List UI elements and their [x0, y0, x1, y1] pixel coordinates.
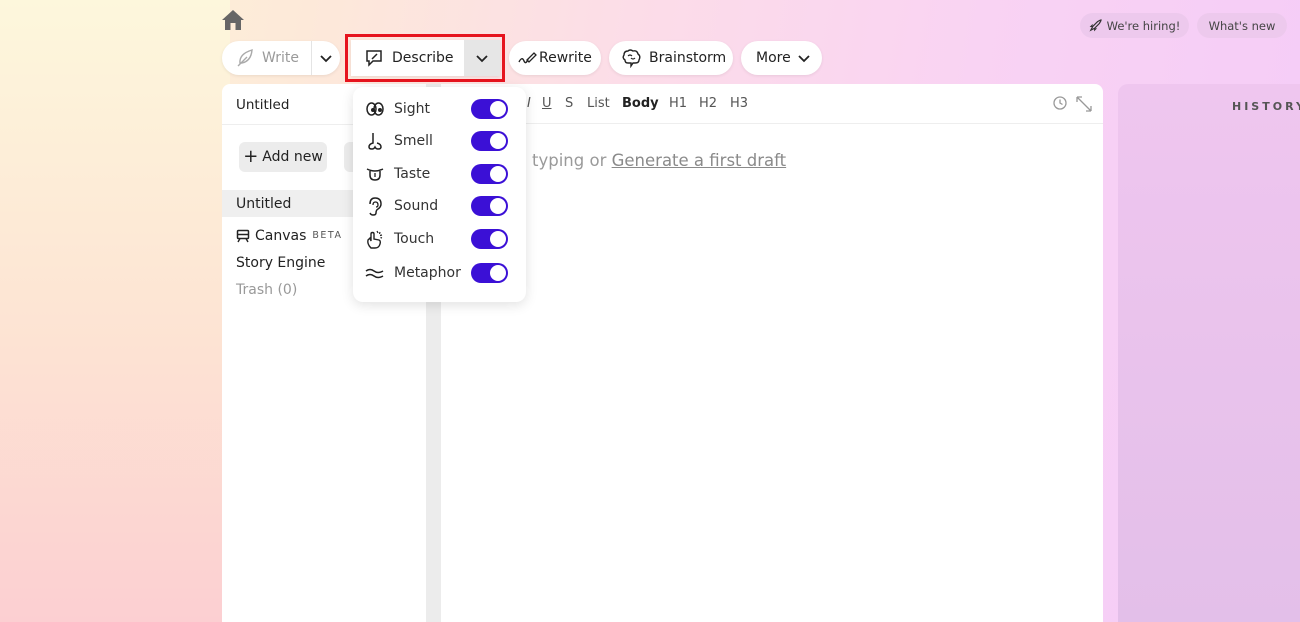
ear-icon	[369, 197, 382, 216]
editor-panel[interactable]: I U S List Body H1 H2 H3 typing or Gener…	[441, 84, 1103, 622]
body-style-button[interactable]: Body	[622, 96, 659, 111]
add-new-button[interactable]: + Add new	[239, 142, 327, 172]
history-title: HISTORY	[1232, 100, 1300, 113]
sidebar-item-label: Trash (0)	[236, 281, 298, 298]
toggle-knob	[490, 198, 506, 214]
toggle-knob	[490, 101, 506, 117]
canvas-icon	[236, 229, 250, 242]
rocket-icon	[1089, 19, 1102, 32]
expand-icon[interactable]	[1075, 95, 1093, 113]
menu-item-label: Sound	[394, 198, 439, 214]
menu-item-label: Sight	[394, 101, 431, 117]
menu-item-metaphor[interactable]: Metaphor	[353, 260, 526, 286]
hiring-button[interactable]: We're hiring!	[1080, 13, 1189, 38]
beta-badge: BETA	[312, 230, 343, 241]
sidebar-item-label: Untitled	[236, 195, 292, 212]
sidebar-item-label: Story Engine	[236, 254, 326, 271]
add-new-label: Add new	[262, 149, 323, 165]
describe-options-menu: Sight Smell Taste Sound Touch Metaphor	[353, 87, 526, 302]
h2-button[interactable]: H2	[699, 96, 717, 111]
highlight-outline	[345, 34, 505, 82]
hiring-label: We're hiring!	[1106, 18, 1181, 33]
menu-item-label: Smell	[394, 133, 433, 149]
smell-toggle[interactable]	[471, 131, 508, 151]
menu-item-label: Taste	[394, 166, 431, 182]
sound-toggle[interactable]	[471, 196, 508, 216]
toggle-knob	[490, 166, 506, 182]
whats-new-label: What's new	[1208, 18, 1276, 33]
brain-icon	[622, 49, 641, 68]
menu-item-label: Touch	[394, 231, 435, 247]
history-clock-icon[interactable]	[1052, 95, 1068, 111]
taste-toggle[interactable]	[471, 164, 508, 184]
metaphor-toggle[interactable]	[471, 263, 508, 283]
background-panel	[0, 0, 230, 622]
touch-toggle[interactable]	[471, 229, 508, 249]
h1-button[interactable]: H1	[669, 96, 687, 111]
placeholder-text: typing or	[532, 151, 607, 170]
underline-button[interactable]: U	[542, 96, 552, 111]
menu-item-sight[interactable]: Sight	[353, 96, 526, 122]
more-label: More	[756, 50, 791, 66]
toggle-knob	[490, 231, 506, 247]
menu-item-touch[interactable]: Touch	[353, 226, 526, 252]
sight-toggle[interactable]	[471, 99, 508, 119]
menu-item-smell[interactable]: Smell	[353, 128, 526, 154]
rewrite-pen-icon	[518, 52, 537, 64]
toggle-knob	[490, 133, 506, 149]
menu-item-sound[interactable]: Sound	[353, 193, 526, 219]
strikethrough-button[interactable]: S	[565, 96, 573, 111]
italic-button[interactable]: I	[527, 96, 531, 111]
home-icon[interactable]	[221, 9, 245, 31]
generate-draft-link[interactable]: Generate a first draft	[612, 151, 787, 170]
chevron-down-icon	[798, 55, 810, 63]
hand-icon	[367, 230, 383, 249]
waves-icon	[365, 268, 384, 279]
plus-icon: +	[243, 146, 259, 167]
sidebar-item-label: Canvas	[255, 227, 307, 244]
document-title[interactable]: Untitled	[236, 97, 289, 113]
more-button[interactable]: More	[741, 41, 822, 75]
rewrite-button[interactable]: Rewrite	[509, 41, 601, 75]
write-button[interactable]: Write	[222, 41, 340, 75]
list-button[interactable]: List	[587, 96, 610, 111]
h3-button[interactable]: H3	[730, 96, 748, 111]
history-panel: HISTORY	[1118, 84, 1300, 622]
eyes-icon	[366, 102, 384, 116]
toggle-knob	[490, 265, 506, 281]
menu-item-label: Metaphor	[394, 265, 461, 281]
whats-new-button[interactable]: What's new	[1197, 13, 1287, 38]
nose-icon	[368, 133, 382, 150]
brainstorm-button[interactable]: Brainstorm	[609, 41, 733, 75]
feather-icon	[237, 49, 253, 67]
divider	[441, 123, 1103, 124]
split-divider	[311, 41, 312, 75]
menu-item-taste[interactable]: Taste	[353, 161, 526, 187]
tongue-icon	[366, 168, 384, 181]
chevron-down-icon[interactable]	[318, 50, 334, 66]
write-label: Write	[262, 50, 299, 66]
editor-placeholder: typing or Generate a first draft	[532, 151, 786, 170]
